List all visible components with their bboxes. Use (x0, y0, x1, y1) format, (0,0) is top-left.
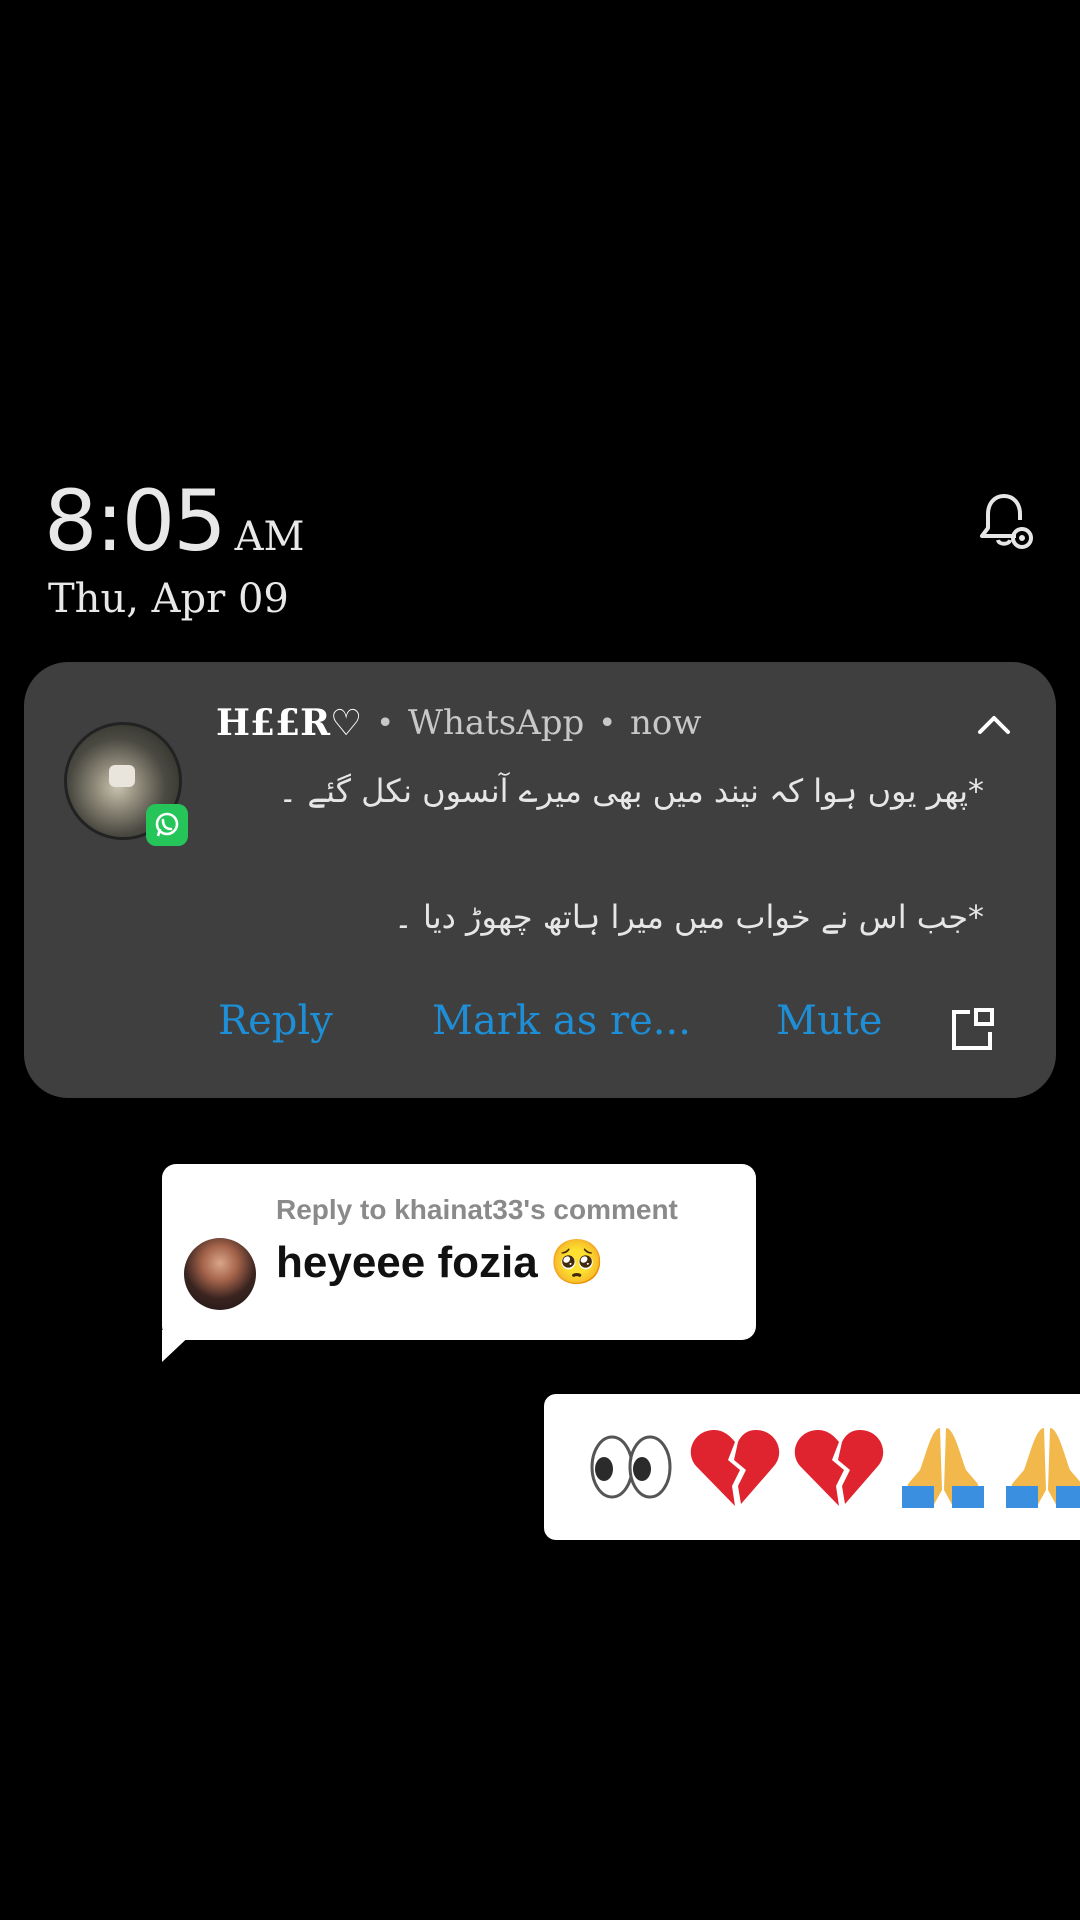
bubble-tail (162, 1330, 196, 1362)
separator-dot: • (376, 705, 395, 741)
broken-heart-icon (792, 1424, 886, 1510)
date-text: Thu, Apr 09 (48, 576, 289, 622)
broken-heart-icon (688, 1424, 782, 1510)
open-in-window-icon[interactable] (948, 1006, 996, 1054)
app-name: WhatsApp (408, 703, 585, 743)
comment-reply-bubble: Reply to khainat33's comment heyeee fozi… (162, 1164, 756, 1340)
folded-hands-icon (1000, 1424, 1080, 1510)
whatsapp-icon (146, 804, 188, 846)
collapse-chevron-icon[interactable] (974, 710, 1014, 740)
notification-settings-icon[interactable] (972, 488, 1036, 552)
ampm-text: AM (234, 514, 305, 560)
emoji-comment-bubble (544, 1394, 1080, 1540)
reply-to-label: Reply to khainat33's comment (276, 1194, 678, 1225)
commenter-avatar (184, 1238, 256, 1310)
message-line-2: *جب اس نے خواب میں میرا ہاتھ چھوڑ دیا ۔ (394, 898, 984, 936)
separator-dot: • (598, 705, 617, 741)
eyes-icon (584, 1424, 678, 1510)
lockscreen-clock: 8:05 AM (44, 472, 304, 570)
mark-as-read-button[interactable]: Mark as re... (432, 998, 691, 1044)
reply-button[interactable]: Reply (218, 998, 333, 1044)
sender-name: H££R♡ (216, 702, 363, 744)
notification-time: now (630, 703, 702, 743)
time-text: 8:05 (44, 472, 227, 570)
message-line-1: *پھر یوں ہوا کہ نیند میں بھی میرے آنسوں … (278, 772, 984, 810)
emoji-row (584, 1424, 1080, 1510)
reply-comment-text: heyeee fozia 🥺 (276, 1238, 605, 1287)
notification-header: H££R♡ • WhatsApp • now (216, 702, 702, 744)
whatsapp-notification-card[interactable]: H££R♡ • WhatsApp • now *پھر یوں ہوا کہ ن… (24, 662, 1056, 1098)
folded-hands-icon (896, 1424, 990, 1510)
mute-button[interactable]: Mute (776, 998, 882, 1044)
